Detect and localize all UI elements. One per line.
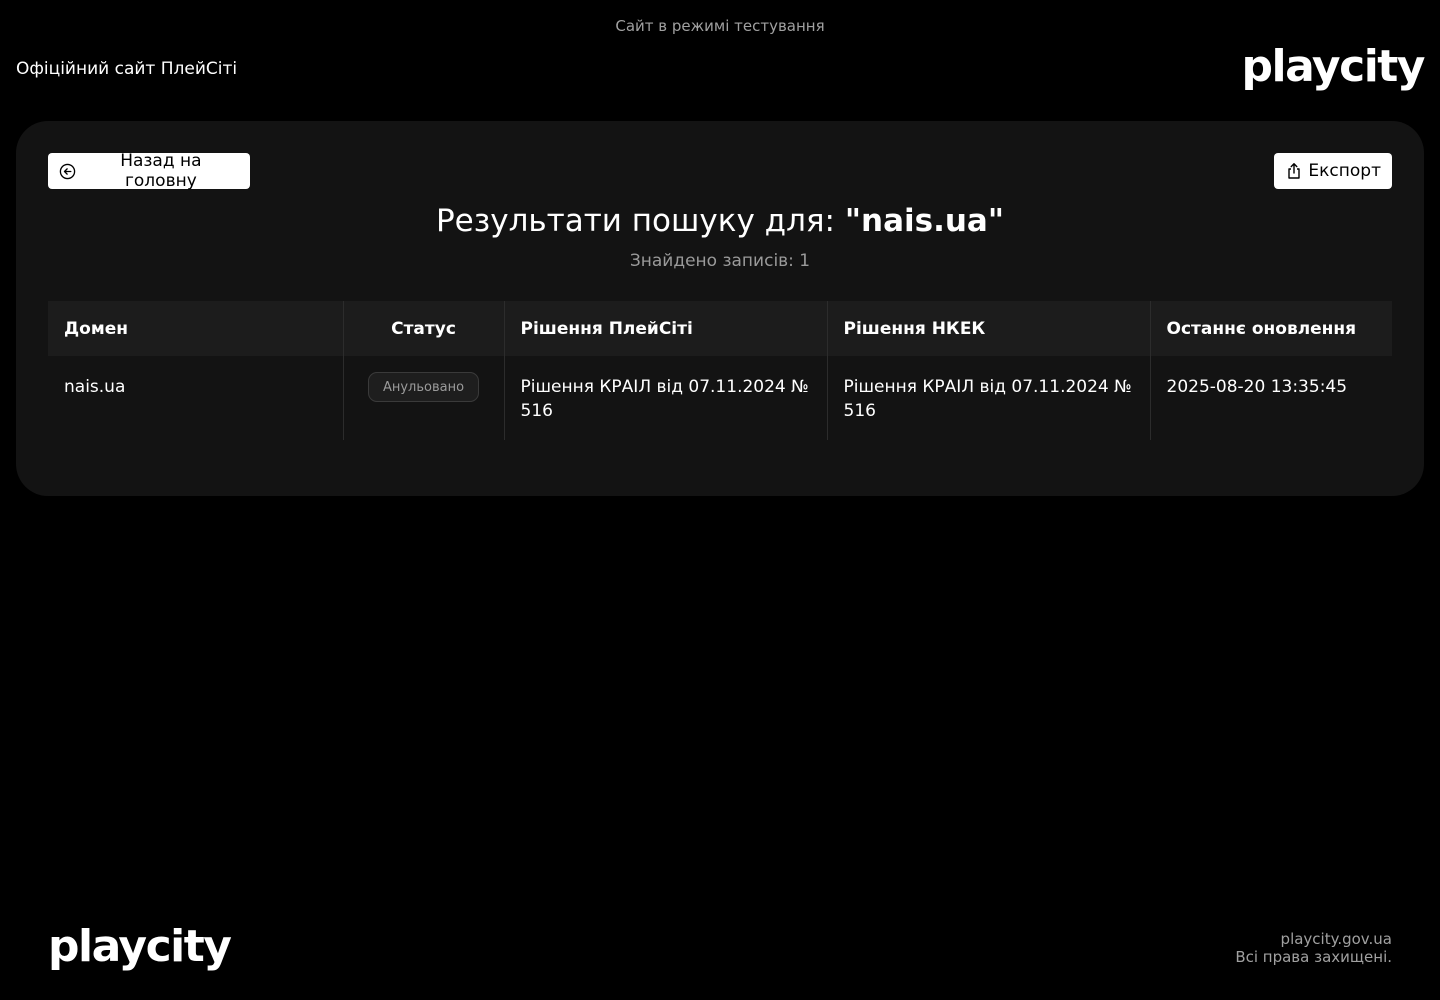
export-button-label: Експорт bbox=[1308, 161, 1381, 181]
column-header-last-update: Останнє оновлення bbox=[1149, 301, 1392, 356]
page: Сайт в режимі тестування Офіційний сайт … bbox=[0, 0, 1440, 1000]
export-button[interactable]: Експорт bbox=[1274, 153, 1392, 189]
status-badge: Анульовано bbox=[367, 372, 480, 402]
cell-nkek-decision: Рішення КРАІЛ від 07.11.2024 № 516 bbox=[826, 356, 1150, 440]
column-header-domain: Домен bbox=[48, 301, 343, 356]
results-card: Назад на головну Експорт Результати пошу… bbox=[16, 121, 1424, 496]
back-button-label: Назад на головну bbox=[120, 151, 202, 191]
cell-status: Анульовано bbox=[342, 356, 504, 440]
arrow-left-circle-icon bbox=[59, 162, 77, 180]
results-count: Знайдено записів: 1 bbox=[629, 251, 811, 271]
footer-logo: playcity bbox=[48, 921, 232, 972]
header-logo[interactable]: playcity bbox=[1242, 45, 1426, 89]
results-title-prefix: Результати пошуку для: bbox=[435, 203, 835, 239]
table-row: nais.ua Анульовано Рішення КРАІЛ від 07.… bbox=[48, 356, 1392, 440]
column-header-playcity-decision: Рішення ПлейСіті bbox=[503, 301, 827, 356]
cell-playcity-decision: Рішення КРАІЛ від 07.11.2024 № 516 bbox=[503, 356, 827, 440]
column-header-nkek-decision: Рішення НКЕК bbox=[826, 301, 1150, 356]
cell-last-update: 2025-08-20 13:35:45 bbox=[1149, 356, 1392, 440]
table-header-row: Домен Статус Рішення ПлейСіті Рішення НК… bbox=[48, 301, 1392, 356]
cell-domain: nais.ua bbox=[64, 377, 126, 397]
footer-rights: Всі права захищені. bbox=[1235, 948, 1392, 966]
site-title: Офіційний сайт ПлейСіті bbox=[16, 59, 238, 79]
footer-info: playcity.gov.ua Всі права захищені. bbox=[1235, 930, 1392, 966]
share-upload-icon bbox=[1285, 162, 1302, 180]
results-title: Результати пошуку для: "nais.ua" bbox=[16, 203, 1424, 239]
results-title-query: "nais.ua" bbox=[844, 203, 1004, 239]
column-header-status: Статус bbox=[342, 301, 504, 356]
results-table: Домен Статус Рішення ПлейСіті Рішення НК… bbox=[48, 301, 1392, 440]
back-to-home-button[interactable]: Назад на головну bbox=[48, 151, 250, 191]
footer-domain: playcity.gov.ua bbox=[1280, 930, 1392, 948]
testing-mode-banner: Сайт в режимі тестування bbox=[615, 17, 825, 35]
